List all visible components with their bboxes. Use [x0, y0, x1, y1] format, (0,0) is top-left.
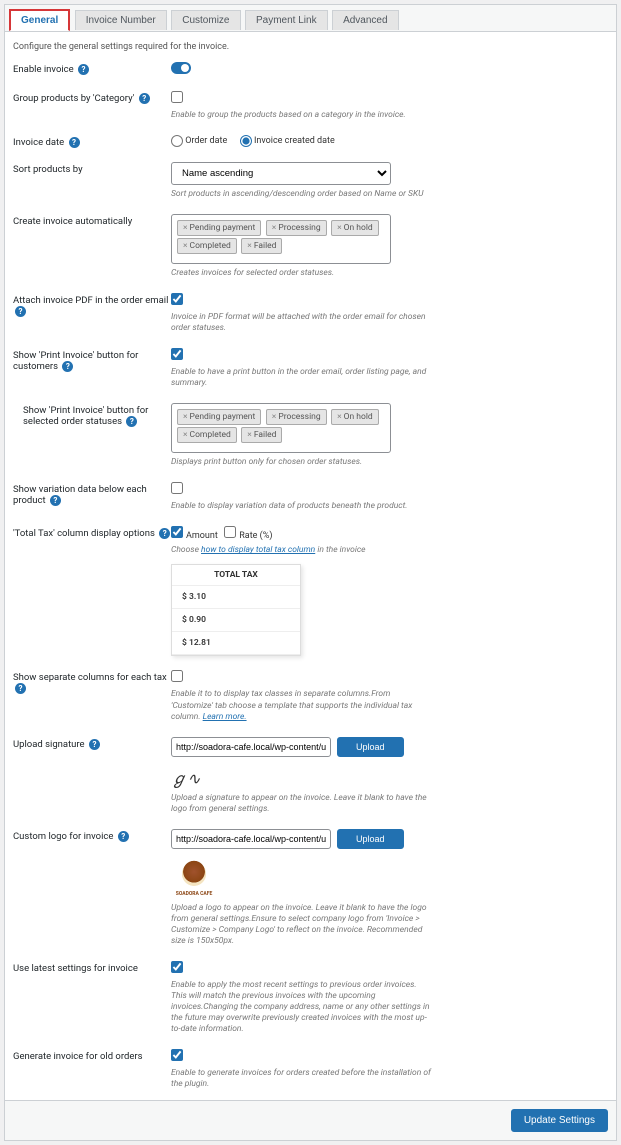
variation-checkbox[interactable] [171, 482, 183, 494]
chip-failed[interactable]: Failed [241, 238, 282, 254]
auto-create-label: Create invoice automatically [13, 214, 171, 279]
group-category-checkbox[interactable] [171, 91, 183, 103]
rate-checkbox[interactable] [224, 526, 236, 538]
chip-completed[interactable]: Completed [177, 427, 237, 443]
signature-preview: ℊ∿ [171, 765, 608, 789]
chip-processing[interactable]: Processing [266, 220, 327, 236]
group-category-desc: Enable to group the products based on a … [171, 110, 431, 121]
sep-cols-desc: Enable it to to display tax classes in s… [171, 689, 431, 722]
invoice-date-order-radio[interactable] [171, 135, 183, 147]
sep-cols-label: Show separate columns for each tax ? [13, 670, 171, 722]
help-icon[interactable]: ? [89, 739, 100, 750]
show-print-desc: Enable to have a print button in the ord… [171, 367, 431, 389]
chip-processing[interactable]: Processing [266, 409, 327, 425]
signature-input[interactable] [171, 737, 331, 757]
help-icon[interactable]: ? [139, 93, 150, 104]
footer: Update Settings [5, 1100, 616, 1140]
tab-general[interactable]: General [9, 9, 70, 31]
old-orders-checkbox[interactable] [171, 1049, 183, 1061]
print-statuses-desc: Displays print button only for chosen or… [171, 457, 431, 468]
variation-desc: Enable to display variation data of prod… [171, 501, 431, 512]
print-statuses-multiselect[interactable]: Pending payment Processing On hold Compl… [171, 403, 391, 453]
old-orders-label: Generate invoice for old orders [13, 1049, 171, 1090]
total-tax-link[interactable]: how to display total tax column [201, 545, 315, 555]
print-statuses-label: Show 'Print Invoice' button for selected… [13, 403, 171, 468]
logo-preview [171, 857, 217, 899]
chip-failed[interactable]: Failed [241, 427, 282, 443]
sort-select[interactable]: Name ascending [171, 162, 391, 185]
help-icon[interactable]: ? [118, 831, 129, 842]
help-icon[interactable]: ? [15, 306, 26, 317]
enable-invoice-toggle[interactable] [171, 62, 191, 74]
logo-label: Custom logo for invoice ? [13, 829, 171, 947]
intro-text: Configure the general settings required … [5, 32, 616, 58]
auto-create-multiselect[interactable]: Pending payment Processing On hold Compl… [171, 214, 391, 264]
total-tax-label: 'Total Tax' column display options ? [13, 526, 171, 656]
logo-desc: Upload a logo to appear on the invoice. … [171, 903, 431, 947]
attach-pdf-desc: Invoice in PDF format will be attached w… [171, 312, 431, 334]
help-icon[interactable]: ? [15, 683, 26, 694]
tab-payment-link[interactable]: Payment Link [245, 10, 328, 30]
sort-desc: Sort products in ascending/descending or… [171, 189, 431, 200]
help-icon[interactable]: ? [159, 528, 170, 539]
tab-invoice-number[interactable]: Invoice Number [75, 10, 167, 30]
show-print-checkbox[interactable] [171, 348, 183, 360]
help-icon[interactable]: ? [78, 64, 89, 75]
chip-onhold[interactable]: On hold [331, 409, 379, 425]
logo-upload-button[interactable]: Upload [337, 829, 404, 849]
variation-label: Show variation data below each product ? [13, 482, 171, 512]
chip-pending[interactable]: Pending payment [177, 220, 261, 236]
update-settings-button[interactable]: Update Settings [511, 1109, 608, 1132]
chip-completed[interactable]: Completed [177, 238, 237, 254]
help-icon[interactable]: ? [126, 416, 137, 427]
group-category-label: Group products by 'Category' ? [13, 91, 171, 121]
learn-more-link[interactable]: Learn more. [203, 712, 247, 722]
auto-create-desc: Creates invoices for selected order stat… [171, 268, 431, 279]
help-icon[interactable]: ? [50, 495, 61, 506]
signature-label: Upload signature ? [13, 737, 171, 815]
tab-advanced[interactable]: Advanced [332, 10, 398, 30]
old-orders-desc: Enable to generate invoices for orders c… [171, 1068, 431, 1090]
attach-pdf-checkbox[interactable] [171, 293, 183, 305]
invoice-date-created-radio[interactable] [240, 135, 252, 147]
help-icon[interactable]: ? [62, 361, 73, 372]
tab-customize[interactable]: Customize [171, 10, 240, 30]
enable-invoice-label: Enable invoice ? [13, 62, 171, 77]
latest-settings-desc: Enable to apply the most recent settings… [171, 980, 431, 1035]
signature-upload-button[interactable]: Upload [337, 737, 404, 757]
chip-pending[interactable]: Pending payment [177, 409, 261, 425]
sep-cols-checkbox[interactable] [171, 670, 183, 682]
chip-onhold[interactable]: On hold [331, 220, 379, 236]
total-tax-desc: Choose how to display total tax column i… [171, 545, 431, 556]
sort-label: Sort products by [13, 162, 171, 200]
attach-pdf-label: Attach invoice PDF in the order email ? [13, 293, 171, 334]
signature-desc: Upload a signature to appear on the invo… [171, 793, 431, 815]
settings-tabs: General Invoice Number Customize Payment… [5, 5, 616, 32]
logo-input[interactable] [171, 829, 331, 849]
invoice-date-label: Invoice date ? [13, 135, 171, 148]
tax-preview-table: TOTAL TAX $ 3.10 $ 0.90 $ 12.81 [171, 564, 301, 656]
help-icon[interactable]: ? [69, 137, 80, 148]
latest-settings-checkbox[interactable] [171, 961, 183, 973]
amount-checkbox[interactable] [171, 526, 183, 538]
show-print-label: Show 'Print Invoice' button for customer… [13, 348, 171, 389]
